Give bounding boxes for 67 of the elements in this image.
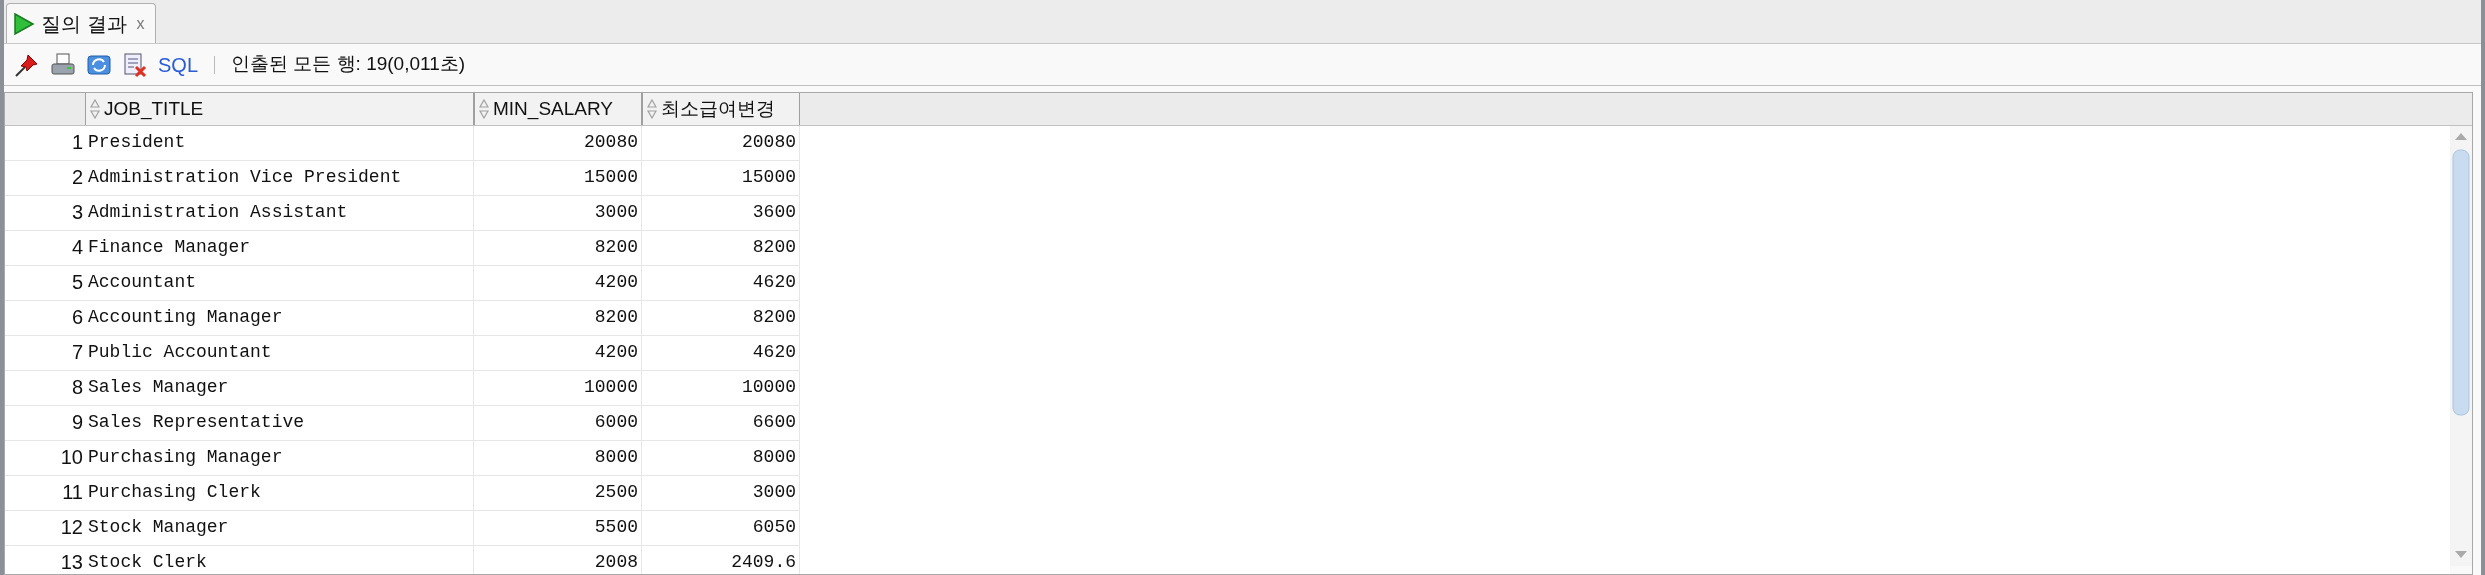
table-cell: 3600 bbox=[642, 196, 800, 231]
delete-document-icon[interactable] bbox=[122, 51, 148, 78]
row-number: 5 bbox=[5, 266, 85, 301]
table-cell: Finance Manager bbox=[85, 231, 474, 266]
row-number: 7 bbox=[5, 336, 85, 371]
table-cell: 8200 bbox=[474, 231, 642, 266]
row-number: 10 bbox=[5, 441, 85, 476]
table-cell: 8000 bbox=[642, 441, 800, 476]
row-number: 12 bbox=[5, 511, 85, 546]
column-header[interactable]: MIN_SALARY bbox=[474, 93, 642, 125]
table-cell: Purchasing Clerk bbox=[85, 476, 474, 511]
row-number: 4 bbox=[5, 231, 85, 266]
table-cell: Stock Clerk bbox=[85, 546, 474, 574]
sort-icon bbox=[90, 99, 100, 119]
close-button[interactable]: x bbox=[132, 11, 149, 36]
table-cell: Purchasing Manager bbox=[85, 441, 474, 476]
table-cell: 8200 bbox=[642, 301, 800, 336]
table-cell: President bbox=[85, 126, 474, 161]
table-cell: 4620 bbox=[642, 266, 800, 301]
sort-icon bbox=[479, 99, 489, 119]
table-cell: 10000 bbox=[642, 371, 800, 406]
table-cell: 8200 bbox=[474, 301, 642, 336]
table-cell: 15000 bbox=[474, 161, 642, 196]
table-cell: 8200 bbox=[642, 231, 800, 266]
table-cell: 4200 bbox=[474, 336, 642, 371]
table-cell: 5500 bbox=[474, 511, 642, 546]
printer-icon[interactable] bbox=[50, 51, 76, 78]
table-cell: 6000 bbox=[474, 406, 642, 441]
vertical-scrollbar[interactable] bbox=[2450, 126, 2472, 566]
table-cell: Accountant bbox=[85, 266, 474, 301]
table-cell: Administration Vice President bbox=[85, 161, 474, 196]
row-number: 1 bbox=[5, 126, 85, 161]
row-number: 9 bbox=[5, 406, 85, 441]
table-cell: Accounting Manager bbox=[85, 301, 474, 336]
table-cell: Sales Representative bbox=[85, 406, 474, 441]
results-tab[interactable]: 질의 결과 x bbox=[6, 3, 156, 43]
play-icon bbox=[13, 11, 35, 36]
table-cell: 10000 bbox=[474, 371, 642, 406]
column-header[interactable]: JOB_TITLE bbox=[85, 93, 474, 125]
table-cell: 6050 bbox=[642, 511, 800, 546]
tab-title: 질의 결과 bbox=[41, 11, 127, 37]
sort-icon bbox=[647, 99, 657, 119]
column-header[interactable]: 최소급여변경 bbox=[642, 93, 800, 125]
table-cell: 2500 bbox=[474, 476, 642, 511]
table-cell: Public Accountant bbox=[85, 336, 474, 371]
table-cell: 4200 bbox=[474, 266, 642, 301]
table-cell: 20080 bbox=[642, 126, 800, 161]
table-cell: Administration Assistant bbox=[85, 196, 474, 231]
table-cell: 3000 bbox=[474, 196, 642, 231]
table-cell: 3000 bbox=[642, 476, 800, 511]
table-cell: Sales Manager bbox=[85, 371, 474, 406]
table-cell: Stock Manager bbox=[85, 511, 474, 546]
row-number: 2 bbox=[5, 161, 85, 196]
row-number: 13 bbox=[5, 546, 85, 574]
row-number: 3 bbox=[5, 196, 85, 231]
table-cell: 15000 bbox=[642, 161, 800, 196]
table-cell: 2409.6 bbox=[642, 546, 800, 574]
table-cell: 2008 bbox=[474, 546, 642, 574]
table-cell: 8000 bbox=[474, 441, 642, 476]
table-cell: 4620 bbox=[642, 336, 800, 371]
row-number: 8 bbox=[5, 371, 85, 406]
row-number: 11 bbox=[5, 476, 85, 511]
sql-link[interactable]: SQL bbox=[158, 49, 199, 80]
fetch-status: 인출된 모든 행: 19(0,011초) bbox=[231, 52, 466, 77]
table-cell: 6600 bbox=[642, 406, 800, 441]
table-cell: 20080 bbox=[474, 126, 642, 161]
row-number: 6 bbox=[5, 301, 85, 336]
